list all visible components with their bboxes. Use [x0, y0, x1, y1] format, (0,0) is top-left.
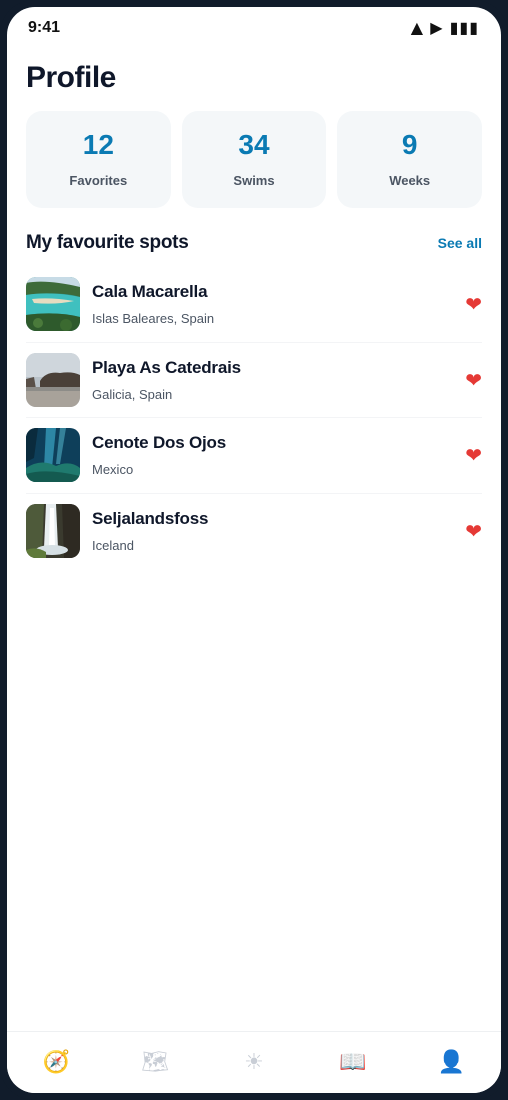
spot-text: Cala Macarella Islas Baleares, Spain — [92, 282, 482, 326]
tab-explore[interactable]: 🧭 — [7, 1032, 106, 1093]
heart-icon[interactable]: ❤ — [465, 368, 482, 392]
screen: 9:41 ▲ ▶ ▮▮▮ Profile 12 Favorites 34 Swi… — [7, 7, 501, 1093]
stat-label: Favorites — [69, 173, 128, 188]
book-icon: 📖 — [339, 1050, 367, 1075]
favourites-header: My favourite spots See all — [26, 231, 482, 255]
spot-location: Galicia, Spain — [92, 386, 173, 402]
spot-item-cenote-dos-ojos[interactable]: Cenote Dos Ojos Mexico ❤ — [26, 418, 482, 494]
section-title: My favourite spots — [26, 232, 189, 253]
stat-value: 9 — [401, 129, 418, 160]
heart-icon[interactable]: ❤ — [465, 443, 482, 467]
phone-frame: 9:41 ▲ ▶ ▮▮▮ Profile 12 Favorites 34 Swi… — [0, 0, 508, 1100]
map-icon: 🗺 — [141, 1050, 170, 1075]
page-title: Profile — [26, 61, 116, 94]
beach-cove-image — [26, 277, 80, 332]
stat-label: Swims — [233, 173, 275, 188]
stats-row: 12 Favorites 34 Swims 9 Weeks — [26, 111, 483, 208]
spot-item-cala-macarella[interactable]: Cala Macarella Islas Baleares, Spain ❤ — [26, 267, 482, 343]
tab-guide[interactable]: 📖 — [303, 1032, 402, 1093]
spot-name: Seljalandsfoss — [92, 509, 209, 529]
spot-text: Playa As Catedrais Galicia, Spain — [92, 358, 482, 402]
spot-text: Cenote Dos Ojos Mexico — [92, 433, 482, 477]
spot-list: Cala Macarella Islas Baleares, Spain ❤ P… — [26, 267, 482, 569]
status-bar: 9:41 ▲ ▶ ▮▮▮ — [7, 7, 501, 49]
spot-text: Seljalandsfoss Iceland — [92, 509, 482, 553]
waterfall-image — [26, 504, 80, 559]
tab-profile[interactable]: 👤 — [402, 1032, 501, 1093]
stat-value: 34 — [238, 129, 270, 160]
tab-weather[interactable]: ☀ — [205, 1032, 304, 1093]
profile-icon: 👤 — [437, 1050, 466, 1075]
stat-value: 12 — [82, 129, 114, 160]
spot-thumbnail — [26, 428, 80, 483]
coastal-rocks-image — [26, 352, 80, 407]
spot-name: Cala Macarella — [92, 282, 208, 302]
sun-icon: ☀ — [244, 1050, 264, 1075]
heart-icon[interactable]: ❤ — [465, 519, 482, 543]
spot-item-playa-as-catedrais[interactable]: Playa As Catedrais Galicia, Spain ❤ — [26, 343, 482, 418]
status-icons: ▲ ▶ ▮▮▮ — [410, 18, 479, 37]
spot-thumbnail — [26, 277, 80, 332]
tab-map[interactable]: 🗺 — [106, 1032, 205, 1093]
underwater-cave-image — [26, 428, 80, 483]
spot-location: Mexico — [92, 462, 134, 478]
see-all-link[interactable]: See all — [438, 235, 482, 251]
spot-thumbnail — [26, 352, 80, 407]
spot-thumbnail — [26, 504, 80, 559]
spot-location: Islas Baleares, Spain — [92, 311, 215, 327]
spot-item-seljalandsfoss[interactable]: Seljalandsfoss Iceland ❤ — [26, 494, 482, 570]
status-time: 9:41 — [28, 19, 61, 36]
spot-name: Playa As Catedrais — [92, 357, 241, 377]
spot-location: Iceland — [92, 538, 134, 554]
tab-bar: 🧭 🗺 ☀ 📖 👤 — [7, 1031, 501, 1093]
spot-name: Cenote Dos Ojos — [92, 433, 226, 453]
heart-icon[interactable]: ❤ — [465, 292, 482, 316]
stat-label: Weeks — [389, 173, 431, 188]
stat-card-weeks: 9 Weeks — [337, 111, 483, 208]
compass-icon: 🧭 — [42, 1050, 71, 1075]
stat-card-swims: 34 Swims — [181, 111, 327, 208]
stat-card-favorites: 12 Favorites — [26, 111, 171, 208]
